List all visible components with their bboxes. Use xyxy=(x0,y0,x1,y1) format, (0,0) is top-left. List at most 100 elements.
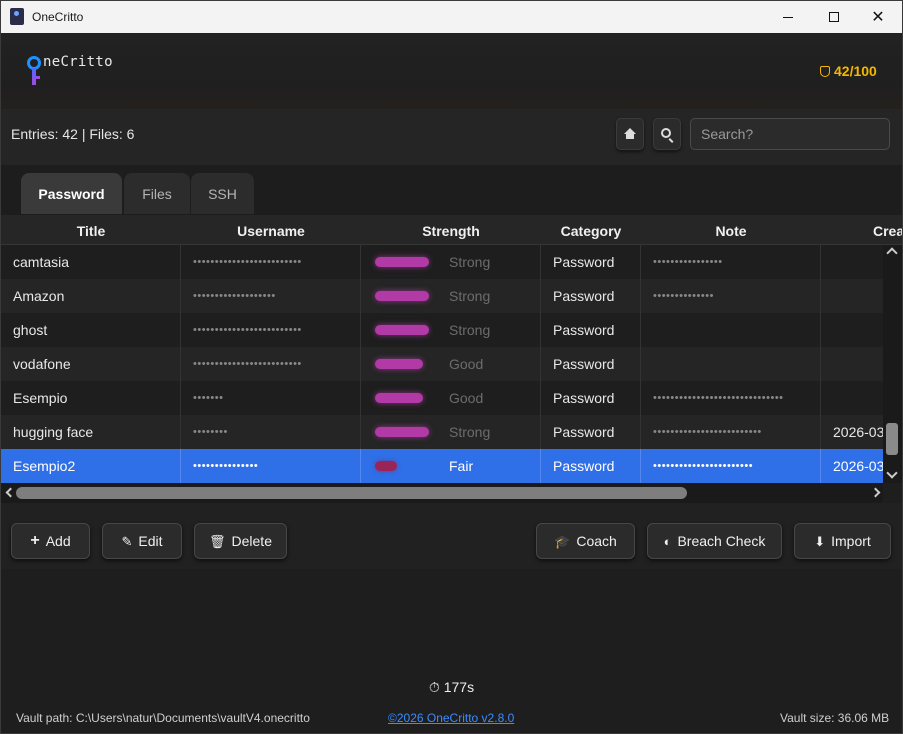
home-button[interactable] xyxy=(616,118,644,150)
cell-created xyxy=(821,279,883,313)
cell-username: ••••••••••••••• xyxy=(181,449,361,483)
tab-ssh[interactable]: SSH xyxy=(191,173,254,214)
cell-title: vodafone xyxy=(1,347,181,381)
close-button[interactable]: ✕ xyxy=(855,1,901,33)
column-header-strength[interactable]: Strength xyxy=(361,223,541,239)
strength-bar xyxy=(375,427,429,437)
app-logo: neCritto xyxy=(27,54,113,88)
tab-files[interactable]: Files xyxy=(124,173,190,214)
close-icon: ✕ xyxy=(871,9,885,26)
search-button[interactable] xyxy=(653,118,681,150)
cell-title: Esempio xyxy=(1,381,181,415)
horizontal-scrollbar[interactable] xyxy=(1,483,883,503)
maximize-button[interactable] xyxy=(811,1,857,33)
table-header: Title Username Strength Category Note Cr… xyxy=(1,215,902,245)
cell-created xyxy=(821,347,883,381)
table-row[interactable]: Esempio2 ••••••••••••••• Fair Password •••••… xyxy=(1,449,883,483)
strength-label: Good xyxy=(449,390,484,406)
breach-check-label: Breach Check xyxy=(677,533,766,549)
vertical-scroll-thumb[interactable] xyxy=(886,423,898,455)
app-header: neCritto 42/100 xyxy=(1,33,902,109)
delete-label: Delete xyxy=(231,533,272,549)
table-row[interactable]: ghost ••••••••••••••••••••••••• Strong Pass… xyxy=(1,313,883,347)
import-button[interactable]: ⬇ Import xyxy=(794,523,891,559)
column-header-title[interactable]: Title xyxy=(1,223,181,239)
add-button[interactable]: + Add xyxy=(11,523,90,559)
delete-button[interactable]: 🗑 Delete xyxy=(194,523,287,559)
cell-note: •••••••••••••• xyxy=(641,279,821,313)
table-row[interactable]: vodafone ••••••••••••••••••••••••• Good Pas… xyxy=(1,347,883,381)
minimize-button[interactable] xyxy=(765,1,811,33)
search-input[interactable] xyxy=(690,118,890,150)
cell-username: •••••••• xyxy=(181,415,361,449)
edit-button[interactable]: ✎ Edit xyxy=(102,523,182,559)
action-bar: + Add ✎ Edit 🗑 Delete 🎓 Coach ◐ Breach Check … xyxy=(1,503,902,569)
title-bar: OneCritto ✕ xyxy=(1,1,902,33)
coach-button[interactable]: 🎓 Coach xyxy=(536,523,635,559)
cell-title: hugging face xyxy=(1,415,181,449)
cell-category: Password xyxy=(541,279,641,313)
cell-note: ••••••••••••••••••••••••• xyxy=(641,415,821,449)
table-row[interactable]: hugging face •••••••• Strong Password ••••••… xyxy=(1,415,883,449)
cell-strength: Strong xyxy=(361,245,541,279)
scroll-down-icon[interactable] xyxy=(886,467,898,479)
strength-bar xyxy=(375,325,429,335)
version-link[interactable]: ©2026 OneCritto v2.8.0 xyxy=(388,711,514,725)
column-header-username[interactable]: Username xyxy=(181,223,361,239)
download-icon: ⬇ xyxy=(814,533,826,549)
cell-note xyxy=(641,347,821,381)
cell-category: Password xyxy=(541,381,641,415)
scroll-up-icon[interactable] xyxy=(886,247,898,259)
strength-label: Strong xyxy=(449,288,491,304)
breach-check-button[interactable]: ◐ Breach Check xyxy=(647,523,782,559)
column-header-created[interactable]: Crea xyxy=(821,223,902,239)
strength-label: Strong xyxy=(449,322,491,338)
shield-icon xyxy=(820,65,830,77)
cell-title: Esempio2 xyxy=(1,449,181,483)
strength-label: Strong xyxy=(449,424,491,440)
cell-username: ••••••••••••••••••• xyxy=(181,279,361,313)
cell-category: Password xyxy=(541,415,641,449)
horizontal-scroll-thumb[interactable] xyxy=(16,487,687,499)
app-window: OneCritto ✕ neCritto 42/100 Entries: 42 … xyxy=(0,0,903,734)
vault-path: Vault path: C:\Users\natur\Documents\vau… xyxy=(16,711,310,725)
entry-counts: Entries: 42 | Files: 6 xyxy=(11,126,135,142)
add-label: Add xyxy=(45,533,71,549)
column-header-category[interactable]: Category xyxy=(541,223,641,239)
minimize-icon xyxy=(783,16,793,18)
strength-bar xyxy=(375,291,429,301)
cell-strength: Strong xyxy=(361,313,541,347)
column-header-note[interactable]: Note xyxy=(641,223,821,239)
coach-label: Coach xyxy=(576,533,617,549)
cell-note: ••••••••••••••••••••••• xyxy=(641,449,821,483)
table-row[interactable]: camtasia ••••••••••••••••••••••••• Strong P… xyxy=(1,245,883,279)
edit-label: Edit xyxy=(138,533,163,549)
trash-icon: 🗑 xyxy=(209,533,226,549)
cell-strength: Good xyxy=(361,381,541,415)
cell-note xyxy=(641,313,821,347)
cell-strength: Good xyxy=(361,347,541,381)
cell-username: ••••••••••••••••••••••••• xyxy=(181,313,361,347)
strength-bar xyxy=(375,461,397,471)
vertical-scrollbar[interactable] xyxy=(883,245,902,483)
shield-half-icon: ◐ xyxy=(663,533,672,549)
table-row[interactable]: Esempio ••••••• Good Password ••••••••••••••… xyxy=(1,381,883,415)
tab-password[interactable]: Password xyxy=(21,173,122,214)
strength-label: Strong xyxy=(449,254,491,270)
cell-strength: Strong xyxy=(361,279,541,313)
strength-bar xyxy=(375,359,423,369)
window-title: OneCritto xyxy=(32,10,84,24)
cell-title: Amazon xyxy=(1,279,181,313)
scroll-right-icon[interactable] xyxy=(870,487,881,498)
stopwatch-icon: ⏱ xyxy=(428,679,444,695)
cell-category: Password xyxy=(541,313,641,347)
scroll-left-icon[interactable] xyxy=(5,487,16,498)
cell-title: camtasia xyxy=(1,245,181,279)
strength-label: Fair xyxy=(449,458,474,474)
cell-note: •••••••••••••••••••••••••••••• xyxy=(641,381,821,415)
cell-created xyxy=(821,381,883,415)
table-row[interactable]: Amazon ••••••••••••••••••• Strong Password •… xyxy=(1,279,883,313)
cell-username: ••••••••••••••••••••••••• xyxy=(181,245,361,279)
cell-category: Password xyxy=(541,245,641,279)
logo-text: neCritto xyxy=(43,54,113,70)
